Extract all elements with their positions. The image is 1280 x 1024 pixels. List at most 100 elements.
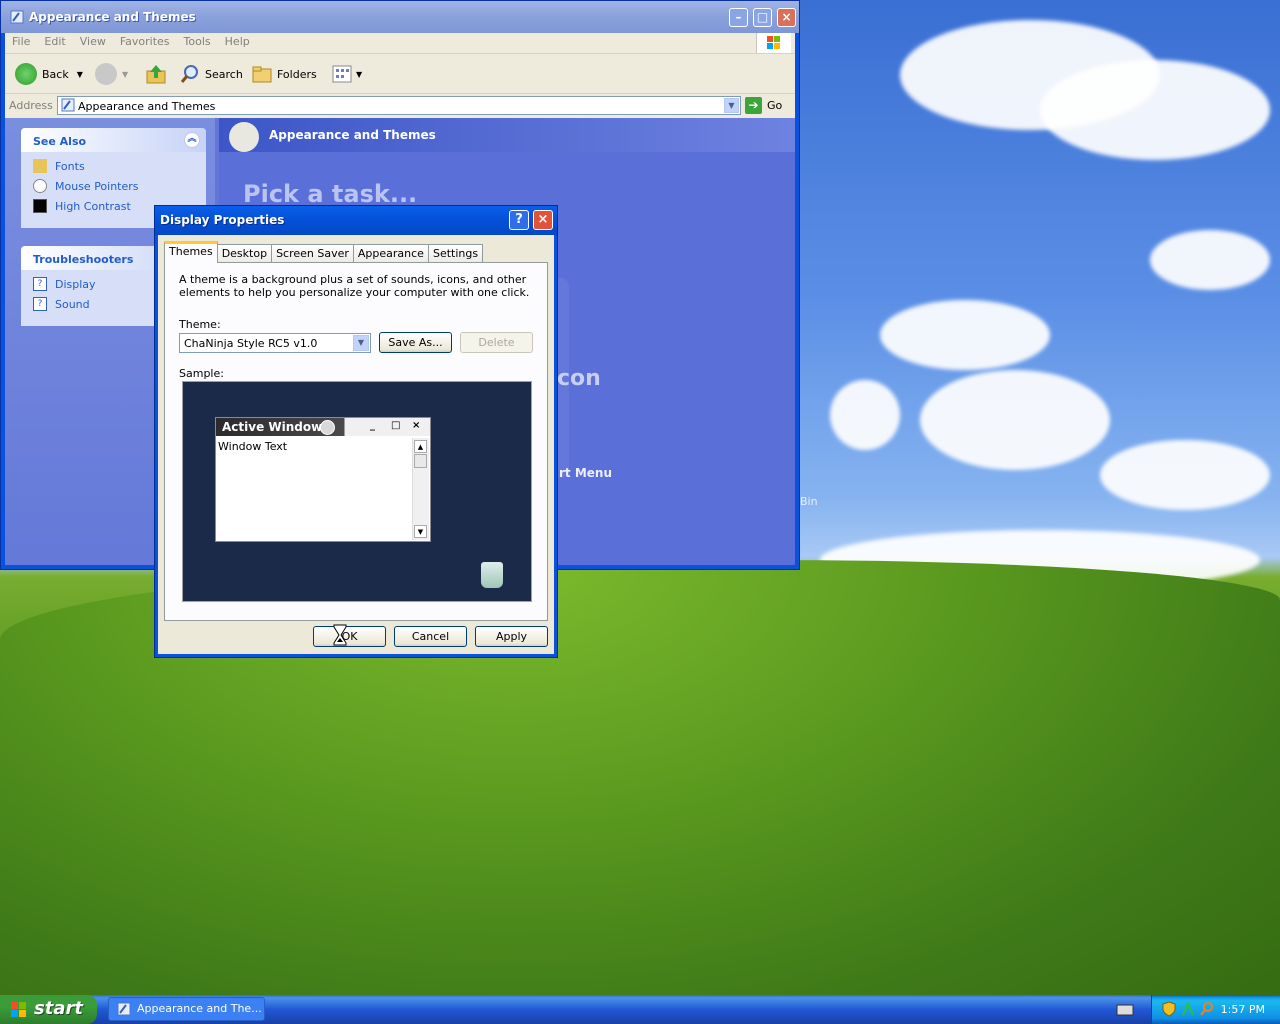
ok-button[interactable]: OK — [313, 626, 386, 647]
sample-scrollbar: ▲ ▼ — [412, 438, 429, 540]
dropdown-arrow-icon[interactable]: ▼ — [356, 70, 362, 79]
sample-titlebar: Active Window _ □ × — [216, 418, 430, 436]
menu-file[interactable]: File — [5, 33, 37, 50]
keyboard-icon[interactable] — [1116, 1002, 1134, 1017]
tab-themes[interactable]: Themes — [164, 241, 218, 263]
back-button[interactable]: Back ▼ — [15, 62, 83, 86]
go-button[interactable]: ➔ Go — [745, 97, 782, 114]
forward-button[interactable]: ▼ — [95, 62, 128, 86]
go-arrow-icon: ➔ — [745, 97, 762, 114]
save-as-button[interactable]: Save As... — [379, 332, 452, 353]
icon-heading-partial: con — [557, 366, 601, 391]
windows-flag-icon — [11, 1002, 26, 1017]
tab-settings[interactable]: Settings — [427, 244, 484, 262]
system-tray: 1:57 PM — [1151, 995, 1280, 1024]
sample-minimize-icon: _ — [370, 420, 375, 431]
maximize-button[interactable]: □ — [753, 8, 772, 27]
explorer-titlebar[interactable]: Appearance and Themes – □ × — [1, 1, 799, 33]
dialog-title: Display Properties — [160, 213, 285, 227]
theme-select[interactable]: ChaNinja Style RC5 v1.0 ▼ — [179, 333, 371, 353]
menu-favorites[interactable]: Favorites — [113, 33, 177, 50]
high-contrast-link: High Contrast — [55, 199, 131, 213]
hourglass-cursor-icon — [333, 624, 347, 646]
start-button[interactable]: start — [0, 995, 97, 1024]
help-icon: ? — [33, 297, 47, 311]
search-label: Search — [205, 67, 243, 81]
back-arrow-icon — [15, 63, 37, 85]
sound-link: Sound — [55, 297, 90, 311]
start-label: start — [34, 998, 83, 1019]
category-title: Appearance and Themes — [269, 128, 436, 142]
start-menu-link-partial[interactable]: rt Menu — [559, 466, 612, 480]
high-contrast-icon — [33, 199, 47, 213]
mouse-icon — [33, 179, 47, 193]
dialog-body: Themes Desktop Screen Saver Appearance S… — [158, 235, 554, 654]
cloud — [1040, 60, 1270, 160]
pick-a-task-heading: Pick a task... — [243, 180, 418, 208]
dropdown-arrow-icon[interactable]: ▼ — [77, 70, 83, 79]
address-value: Appearance and Themes — [78, 100, 216, 113]
help-icon: ? — [33, 277, 47, 291]
apply-button[interactable]: Apply — [475, 626, 548, 647]
chevron-down-icon[interactable]: ▼ — [353, 335, 369, 351]
see-also-mouse-pointers[interactable]: Mouse Pointers — [21, 176, 206, 196]
security-shield-icon[interactable] — [1162, 1001, 1176, 1017]
cloud — [920, 370, 1110, 470]
search-button[interactable]: Search — [179, 62, 243, 86]
menu-edit[interactable]: Edit — [37, 33, 72, 50]
fonts-link: Fonts — [55, 159, 85, 173]
sample-window-text: Window Text — [218, 440, 288, 453]
minimize-button[interactable]: – — [729, 8, 748, 27]
collapse-chevron-icon[interactable]: ︽ — [184, 132, 200, 148]
windows-logo — [756, 33, 791, 53]
tab-desktop[interactable]: Desktop — [216, 244, 273, 262]
recycle-bin-label[interactable]: Bin — [800, 495, 818, 508]
fonts-folder-icon — [33, 159, 47, 173]
sample-maximize-icon: □ — [391, 420, 401, 431]
address-dropdown-icon[interactable]: ▼ — [724, 98, 739, 113]
menu-bar: File Edit View Favorites Tools Help — [5, 33, 795, 54]
up-folder-button[interactable] — [145, 62, 167, 86]
network-icon[interactable] — [1181, 1001, 1195, 1017]
close-button[interactable]: × — [777, 8, 796, 27]
menu-help[interactable]: Help — [218, 33, 257, 50]
search-tray-icon[interactable] — [1199, 1001, 1215, 1017]
back-label: Back — [42, 67, 69, 81]
address-input[interactable]: Appearance and Themes ▼ — [57, 96, 741, 115]
troubleshooters-title: Troubleshooters — [33, 253, 134, 266]
folders-button[interactable]: Folders — [251, 62, 317, 86]
dialog-close-button[interactable]: × — [533, 210, 553, 230]
display-link: Display — [55, 277, 96, 291]
up-folder-icon — [146, 65, 166, 84]
mouse-pointers-link: Mouse Pointers — [55, 179, 139, 193]
control-panel-icon — [10, 10, 24, 24]
views-button[interactable]: ▼ — [331, 62, 362, 86]
forward-arrow-icon — [95, 63, 117, 85]
cancel-button[interactable]: Cancel — [394, 626, 467, 647]
theme-sample-preview: Active Window _ □ × Window Text ▲ ▼ — [182, 381, 532, 602]
search-icon — [180, 65, 198, 83]
menu-tools[interactable]: Tools — [177, 33, 218, 50]
control-panel-icon — [117, 1002, 131, 1016]
clock[interactable]: 1:57 PM — [1221, 1003, 1265, 1016]
go-label: Go — [767, 99, 783, 112]
dropdown-arrow-icon[interactable]: ▼ — [122, 70, 128, 79]
menu-view[interactable]: View — [73, 33, 113, 50]
see-also-fonts[interactable]: Fonts — [21, 156, 206, 176]
cloud — [880, 300, 1050, 370]
explorer-title: Appearance and Themes — [29, 10, 196, 24]
address-bar: Address Appearance and Themes ▼ ➔ Go — [5, 94, 795, 118]
help-button[interactable]: ? — [509, 210, 529, 230]
delete-button[interactable]: Delete — [460, 332, 533, 353]
tab-screen-saver[interactable]: Screen Saver — [271, 244, 354, 262]
taskbar-item-label: Appearance and The... — [137, 1002, 262, 1015]
taskbar-item-appearance[interactable]: Appearance and The... — [108, 997, 265, 1021]
cloud — [1150, 230, 1270, 290]
sample-label: Sample: — [179, 367, 224, 380]
scroll-up-icon: ▲ — [414, 440, 427, 453]
theme-select-value: ChaNinja Style RC5 v1.0 — [184, 337, 318, 350]
tab-strip: Themes Desktop Screen Saver Appearance S… — [164, 241, 484, 263]
tab-appearance[interactable]: Appearance — [352, 244, 429, 262]
views-icon — [332, 65, 352, 83]
dialog-titlebar[interactable]: Display Properties ? × — [155, 206, 557, 235]
